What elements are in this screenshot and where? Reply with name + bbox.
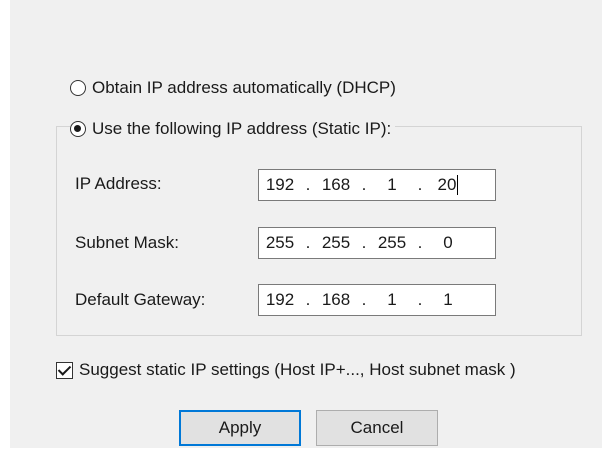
gateway-octet-3[interactable]: 1: [371, 290, 413, 310]
dhcp-radio[interactable]: [70, 80, 86, 96]
suggest-static-ip-option[interactable]: Suggest static IP settings (Host IP+...,…: [56, 360, 516, 380]
suggest-static-ip-label: Suggest static IP settings (Host IP+...,…: [79, 360, 516, 379]
ip-octet-4-value: 20: [437, 174, 457, 194]
ip-octet-4[interactable]: 20: [427, 175, 469, 196]
static-ip-radio[interactable]: [70, 121, 86, 137]
octet-separator: .: [361, 290, 367, 309]
ip-octet-3[interactable]: 1: [371, 175, 413, 195]
static-ip-label: Use the following IP address (Static IP)…: [92, 119, 392, 138]
octet-separator: .: [417, 290, 423, 309]
subnet-octet-4[interactable]: 0: [427, 233, 469, 253]
octet-separator: .: [305, 233, 311, 252]
ip-settings-dialog: Obtain IP address automatically (DHCP) U…: [10, 0, 602, 448]
subnet-octet-1[interactable]: 255: [259, 233, 301, 253]
dhcp-option[interactable]: Obtain IP address automatically (DHCP): [70, 78, 396, 98]
static-ip-option[interactable]: Use the following IP address (Static IP)…: [70, 119, 396, 139]
cancel-button[interactable]: Cancel: [316, 410, 438, 446]
suggest-static-ip-checkbox[interactable]: [56, 361, 73, 379]
ip-address-input[interactable]: 192 . 168 . 1 . 20: [258, 169, 496, 201]
apply-button[interactable]: Apply: [179, 410, 301, 446]
text-caret: [457, 175, 459, 196]
dhcp-label: Obtain IP address automatically (DHCP): [92, 78, 396, 97]
ip-address-label: IP Address:: [75, 174, 162, 193]
subnet-mask-label: Subnet Mask:: [75, 233, 179, 252]
default-gateway-label: Default Gateway:: [75, 290, 206, 309]
default-gateway-input[interactable]: 192 . 168 . 1 . 1: [258, 284, 496, 316]
ip-octet-1[interactable]: 192: [259, 175, 301, 195]
gateway-octet-2[interactable]: 168: [315, 290, 357, 310]
gateway-octet-1[interactable]: 192: [259, 290, 301, 310]
octet-separator: .: [417, 233, 423, 252]
octet-separator: .: [305, 175, 311, 194]
subnet-octet-3[interactable]: 255: [371, 233, 413, 253]
gateway-octet-4[interactable]: 1: [427, 290, 469, 310]
octet-separator: .: [361, 175, 367, 194]
octet-separator: .: [361, 233, 367, 252]
subnet-octet-2[interactable]: 255: [315, 233, 357, 253]
octet-separator: .: [305, 290, 311, 309]
octet-separator: .: [417, 175, 423, 194]
ip-octet-2[interactable]: 168: [315, 175, 357, 195]
subnet-mask-input[interactable]: 255 . 255 . 255 . 0: [258, 227, 496, 259]
